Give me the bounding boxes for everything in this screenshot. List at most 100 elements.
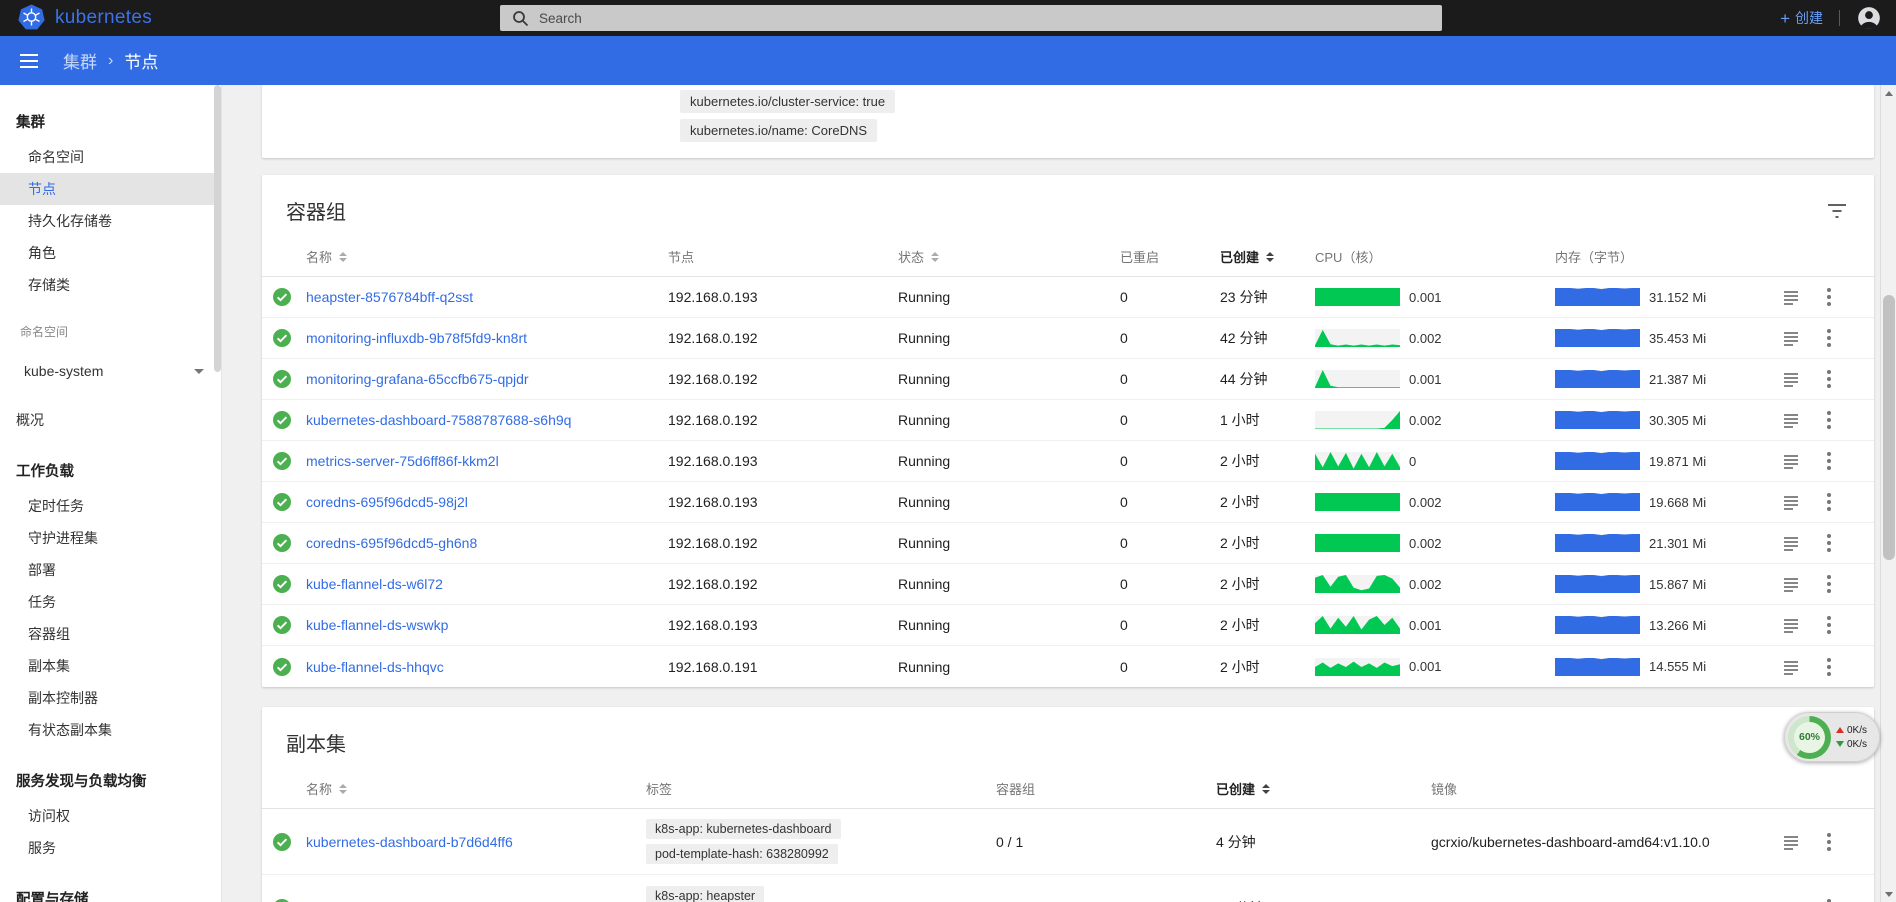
sidebar-item-overview[interactable]: 概况: [0, 404, 222, 436]
system-monitor-widget: 60% 0K/s 0K/s: [1784, 712, 1880, 762]
logs-button[interactable]: [1780, 450, 1802, 472]
status-ok-icon: [272, 451, 292, 471]
kebab-menu-icon: [1826, 574, 1832, 594]
column-header[interactable]: 节点: [668, 247, 898, 266]
sidebar-section-config-storage[interactable]: 配置与存储: [0, 864, 222, 902]
menu-button[interactable]: [17, 51, 41, 71]
column-header[interactable]: 标签: [646, 779, 996, 798]
column-header[interactable]: CPU（核）: [1315, 247, 1555, 266]
pod-node: 192.168.0.191: [668, 659, 758, 675]
sidebar-item-stateful-sets[interactable]: 有状态副本集: [0, 714, 222, 746]
row-menu-button[interactable]: [1824, 326, 1834, 350]
kebab-menu-icon: [1826, 832, 1832, 852]
pod-name-link[interactable]: kube-flannel-ds-hhqvc: [306, 659, 444, 675]
logs-button[interactable]: [1780, 656, 1802, 678]
sidebar-label-namespace: 命名空间: [0, 323, 222, 340]
logs-button[interactable]: [1780, 409, 1802, 431]
memory-value: 31.152 Mi: [1649, 290, 1706, 305]
scrollbar-thumb[interactable]: [1883, 295, 1895, 560]
sort-arrows-icon: [1266, 252, 1274, 262]
table-row: coredns-695f96dcd5-98j2l192.168.0.193Run…: [262, 482, 1874, 523]
column-header[interactable]: 名称: [306, 779, 646, 798]
logs-button[interactable]: [1780, 327, 1802, 349]
row-menu-button[interactable]: [1824, 408, 1834, 432]
sidebar-item-persistent-volumes[interactable]: 持久化存储卷: [0, 205, 222, 237]
row-menu-button[interactable]: [1824, 490, 1834, 514]
column-header[interactable]: 容器组: [996, 779, 1216, 798]
pod-name-link[interactable]: monitoring-grafana-65ccfb675-qpjdr: [306, 371, 529, 387]
memory-value: 35.453 Mi: [1649, 331, 1706, 346]
vertical-scrollbar[interactable]: [1880, 85, 1896, 902]
brand[interactable]: kubernetes: [18, 4, 152, 31]
breadcrumb-cluster[interactable]: 集群: [63, 48, 97, 73]
sidebar-item-jobs[interactable]: 任务: [0, 586, 222, 618]
pod-name-link[interactable]: coredns-695f96dcd5-98j2l: [306, 494, 468, 510]
pod-name-link[interactable]: coredns-695f96dcd5-gh6n8: [306, 535, 477, 551]
column-header[interactable]: 状态: [898, 247, 1120, 266]
column-header[interactable]: 已创建: [1216, 779, 1431, 798]
user-avatar-icon[interactable]: [1856, 5, 1882, 31]
sidebar-section-cluster[interactable]: 集群: [0, 87, 222, 141]
sidebar-item-nodes[interactable]: 节点: [0, 173, 222, 205]
sidebar-section-discovery-load-balancing[interactable]: 服务发现与负载均衡: [0, 746, 222, 800]
logs-button[interactable]: [1780, 532, 1802, 554]
sidebar-item-ingresses[interactable]: 访问权: [0, 800, 222, 832]
logs-button[interactable]: [1780, 614, 1802, 636]
row-menu-button[interactable]: [1824, 449, 1834, 473]
sidebar-item-storage-classes[interactable]: 存储类: [0, 269, 222, 301]
memory-sparkline: [1555, 370, 1640, 388]
pod-restarts: 0: [1120, 576, 1128, 592]
column-header[interactable]: 镜像: [1431, 779, 1780, 798]
filter-button[interactable]: [1824, 199, 1850, 223]
column-header[interactable]: 已创建: [1220, 247, 1315, 266]
row-menu-button[interactable]: [1824, 613, 1834, 637]
sidebar-scrollbar-thumb[interactable]: [214, 85, 221, 372]
search-bar[interactable]: [500, 5, 1442, 31]
logs-icon: [1782, 288, 1800, 306]
pod-node: 192.168.0.192: [668, 412, 758, 428]
pod-node: 192.168.0.192: [668, 330, 758, 346]
search-input[interactable]: [539, 11, 1430, 26]
replicaset-name-link[interactable]: kubernetes-dashboard-b7d6d4ff6: [306, 834, 513, 850]
row-menu-button[interactable]: [1824, 896, 1834, 902]
sidebar-item-deployments[interactable]: 部署: [0, 554, 222, 586]
pod-age: 1 小时: [1220, 410, 1260, 430]
pod-name-link[interactable]: monitoring-influxdb-9b78f5fd9-kn8rt: [306, 330, 527, 346]
sidebar-item-roles[interactable]: 角色: [0, 237, 222, 269]
column-header-label: 已创建: [1216, 779, 1255, 798]
pod-name-link[interactable]: kube-flannel-ds-w6l72: [306, 576, 443, 592]
memory-sparkline: [1555, 288, 1640, 306]
sidebar-item-replication-controllers[interactable]: 副本控制器: [0, 682, 222, 714]
column-header[interactable]: 名称: [306, 247, 668, 266]
pod-name-link[interactable]: kubernetes-dashboard-7588787688-s6h9q: [306, 412, 571, 428]
sidebar-item-pods[interactable]: 容器组: [0, 618, 222, 650]
row-menu-button[interactable]: [1824, 367, 1834, 391]
logs-button[interactable]: [1780, 897, 1802, 902]
scrollbar-down-arrow[interactable]: [1881, 887, 1896, 901]
column-header[interactable]: 已重启: [1120, 247, 1220, 266]
sidebar-item-cron-jobs[interactable]: 定时任务: [0, 490, 222, 522]
sidebar-item-replica-sets[interactable]: 副本集: [0, 650, 222, 682]
create-button[interactable]: + 创建: [1780, 8, 1823, 28]
logs-button[interactable]: [1780, 573, 1802, 595]
sidebar-item-namespaces[interactable]: 命名空间: [0, 141, 222, 173]
pods-card-header: 容器组: [262, 175, 1874, 237]
logs-button[interactable]: [1780, 831, 1802, 853]
sidebar-item-services[interactable]: 服务: [0, 832, 222, 864]
pod-name-link[interactable]: heapster-8576784bff-q2sst: [306, 289, 473, 305]
column-header[interactable]: 内存（字节）: [1555, 247, 1780, 266]
row-menu-button[interactable]: [1824, 531, 1834, 555]
sidebar-namespace-select[interactable]: kube-system: [24, 352, 204, 390]
pod-name-link[interactable]: kube-flannel-ds-wswkp: [306, 617, 448, 633]
row-menu-button[interactable]: [1824, 655, 1834, 679]
row-menu-button[interactable]: [1824, 285, 1834, 309]
pod-name-link[interactable]: metrics-server-75d6ff86f-kkm2l: [306, 453, 499, 469]
sidebar-section-workloads[interactable]: 工作负载: [0, 436, 222, 490]
sidebar-item-daemon-sets[interactable]: 守护进程集: [0, 522, 222, 554]
scrollbar-up-arrow[interactable]: [1881, 86, 1896, 100]
logs-button[interactable]: [1780, 368, 1802, 390]
logs-button[interactable]: [1780, 491, 1802, 513]
row-menu-button[interactable]: [1824, 572, 1834, 596]
row-menu-button[interactable]: [1824, 830, 1834, 854]
logs-button[interactable]: [1780, 286, 1802, 308]
